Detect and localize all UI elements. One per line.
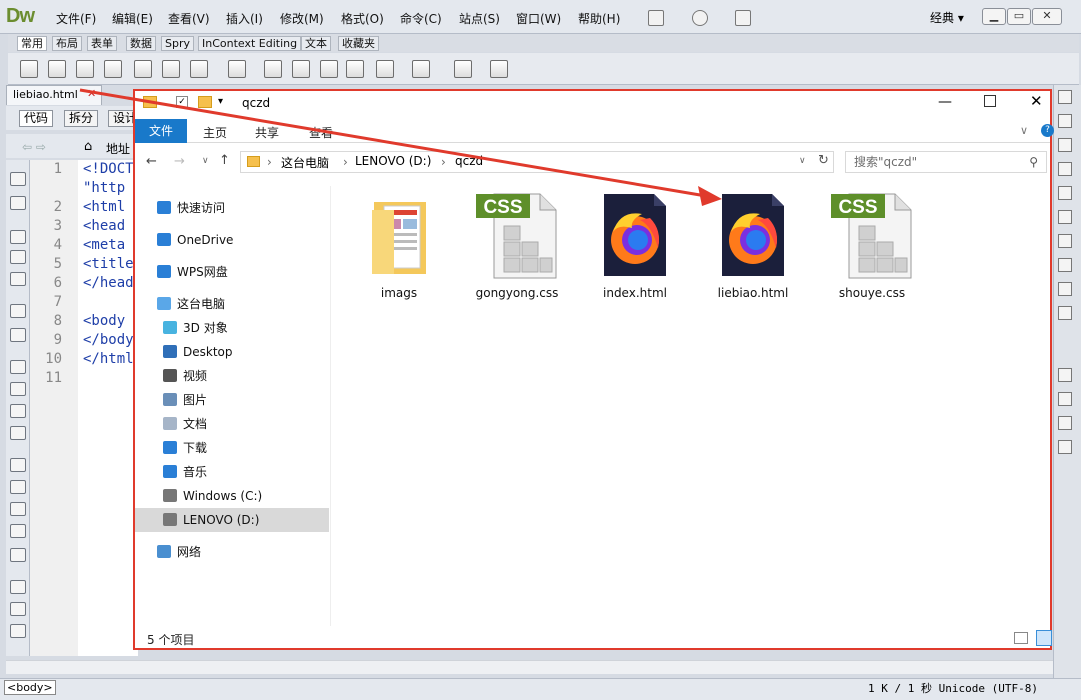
annotation-arrow-line <box>79 88 707 198</box>
annotation-arrow <box>79 88 722 206</box>
annotation-arrow-head <box>698 186 722 206</box>
